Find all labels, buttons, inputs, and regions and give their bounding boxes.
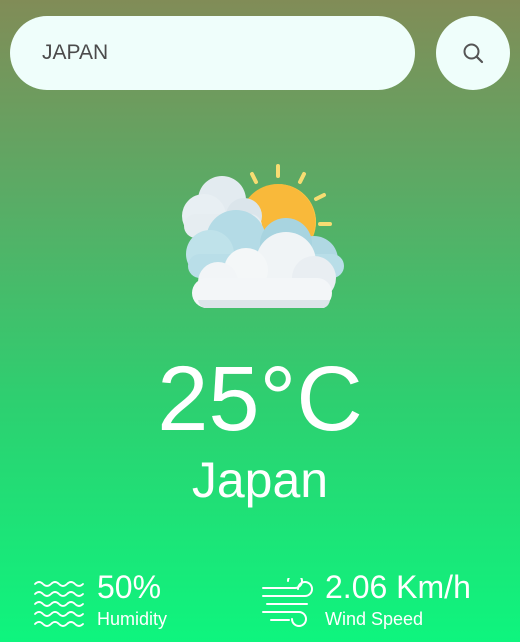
city-name: Japan	[191, 452, 329, 508]
temperature-value: 25°C	[157, 348, 363, 450]
weather-app: 25°C Japan 50% Humidity	[0, 0, 520, 642]
search-input[interactable]	[10, 16, 415, 90]
wind-icon	[262, 578, 313, 627]
wind-stat: 2.06 Km/h Wind Speed	[261, 570, 471, 630]
search-button[interactable]	[436, 16, 510, 90]
humidity-value: 50%	[97, 569, 162, 605]
humidity-label: Humidity	[97, 609, 168, 629]
search-icon	[463, 43, 484, 64]
humidity-stat: 50% Humidity	[33, 570, 167, 630]
partly-cloudy-icon	[182, 164, 344, 308]
humidity-waves-icon	[34, 581, 84, 627]
wind-speed-value: 2.06 Km/h	[325, 569, 471, 605]
wind-speed-label: Wind Speed	[325, 609, 424, 629]
